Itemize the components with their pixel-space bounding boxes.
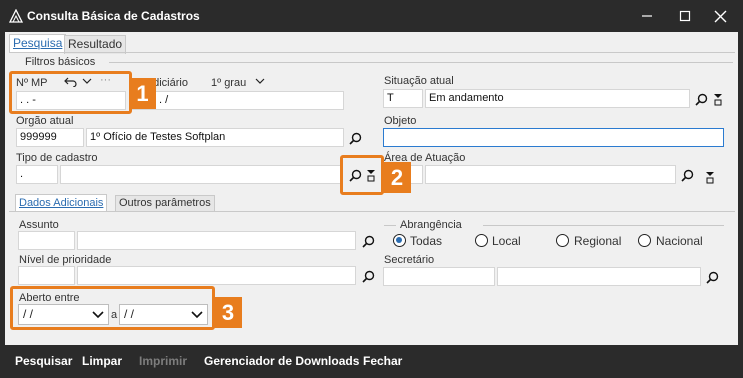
- fechar-button[interactable]: Fechar: [363, 354, 402, 368]
- objeto-input[interactable]: [383, 128, 724, 147]
- callout-badge-1: 1: [129, 78, 156, 109]
- radio-nacional-label: Nacional: [656, 234, 703, 248]
- downloads-button[interactable]: Gerenciador de Downloads: [204, 354, 359, 368]
- secretario-search-icon[interactable]: [704, 269, 720, 285]
- area-search-icon[interactable]: [679, 167, 695, 183]
- maximize-button[interactable]: [670, 4, 700, 28]
- title-bar: Consulta Básica de Cadastros: [0, 0, 743, 32]
- callout-box-2: [340, 155, 384, 195]
- situacao-code-input[interactable]: T: [383, 89, 423, 108]
- callout-badge-2: 2: [383, 162, 411, 193]
- orgao-value-input[interactable]: 1º Ofício de Testes Softplan: [86, 128, 344, 147]
- maximize-icon: [679, 10, 691, 22]
- tab-pesquisa[interactable]: Pesquisa: [9, 34, 67, 53]
- window-title: Consulta Básica de Cadastros: [27, 9, 200, 23]
- tipo-value-input[interactable]: [60, 165, 341, 184]
- secretario-label: Secretário: [384, 254, 435, 266]
- tab-dados-adicionais[interactable]: Dados Adicionais: [15, 194, 108, 212]
- group-label-filtros: Filtros básicos: [25, 56, 96, 68]
- situacao-search-icon[interactable]: [693, 91, 709, 107]
- situacao-value-input[interactable]: Em andamento: [425, 89, 690, 108]
- orgao-label: Orgão atual: [16, 115, 74, 127]
- radio-local[interactable]: [475, 234, 488, 247]
- objeto-label: Objeto: [384, 115, 417, 127]
- assunto-value-input[interactable]: [77, 231, 356, 250]
- action-bar: Pesquisar Limpar Imprimir Gerenciador de…: [0, 345, 743, 378]
- group-line: [109, 62, 733, 63]
- app-logo-icon: [9, 9, 23, 23]
- radio-todas[interactable]: [393, 234, 406, 247]
- callout-box-3: [10, 286, 215, 330]
- situacao-dropdown-icon[interactable]: [711, 90, 725, 108]
- area-value-input[interactable]: [425, 165, 676, 184]
- nivel-search-icon[interactable]: [360, 268, 376, 284]
- radio-regional-label: Regional: [574, 234, 622, 248]
- situacao-label: Situação atual: [384, 75, 454, 87]
- tab-divider: [9, 52, 735, 53]
- nivel-value-input[interactable]: [77, 266, 356, 285]
- abrangencia-line-right: [483, 225, 724, 226]
- limpar-button[interactable]: Limpar: [82, 354, 122, 368]
- abrangencia-line-left: [384, 225, 396, 226]
- radio-nacional[interactable]: [638, 234, 651, 247]
- radio-regional[interactable]: [556, 234, 569, 247]
- close-button[interactable]: [705, 4, 735, 28]
- secretario-value-input[interactable]: [497, 267, 701, 286]
- tipo-code-input[interactable]: .: [16, 165, 58, 184]
- minimize-button[interactable]: [632, 4, 662, 28]
- orgao-search-icon[interactable]: [347, 130, 363, 146]
- area-dropdown-icon[interactable]: [703, 168, 717, 186]
- pesquisar-button[interactable]: Pesquisar: [15, 354, 72, 368]
- assunto-label: Assunto: [19, 219, 59, 231]
- tab-outros-parametros[interactable]: Outros parâmetros: [115, 195, 215, 212]
- callout-badge-3: 3: [214, 297, 242, 328]
- orgao-code-input[interactable]: 999999: [16, 128, 84, 147]
- close-icon: [714, 10, 726, 22]
- assunto-code-input[interactable]: [18, 231, 75, 250]
- radio-local-label: Local: [492, 234, 521, 248]
- grau-chevron-down-icon[interactable]: [254, 74, 266, 88]
- minimize-icon: [642, 15, 652, 17]
- assunto-search-icon[interactable]: [360, 233, 376, 249]
- subtab-divider: [9, 211, 735, 212]
- nivel-code-input[interactable]: [18, 266, 75, 285]
- nivel-label: Nível de prioridade: [19, 254, 112, 266]
- abrangencia-label: Abrangência: [400, 219, 462, 231]
- imprimir-button: Imprimir: [139, 354, 188, 368]
- tipo-label: Tipo de cadastro: [16, 152, 98, 164]
- judiciario-input[interactable]: - . . . . /: [130, 91, 344, 110]
- secretario-code-input[interactable]: [383, 267, 495, 286]
- callout-box-1: [9, 71, 132, 114]
- grau-label: 1º grau: [211, 77, 247, 89]
- radio-todas-label: Todas: [410, 234, 443, 248]
